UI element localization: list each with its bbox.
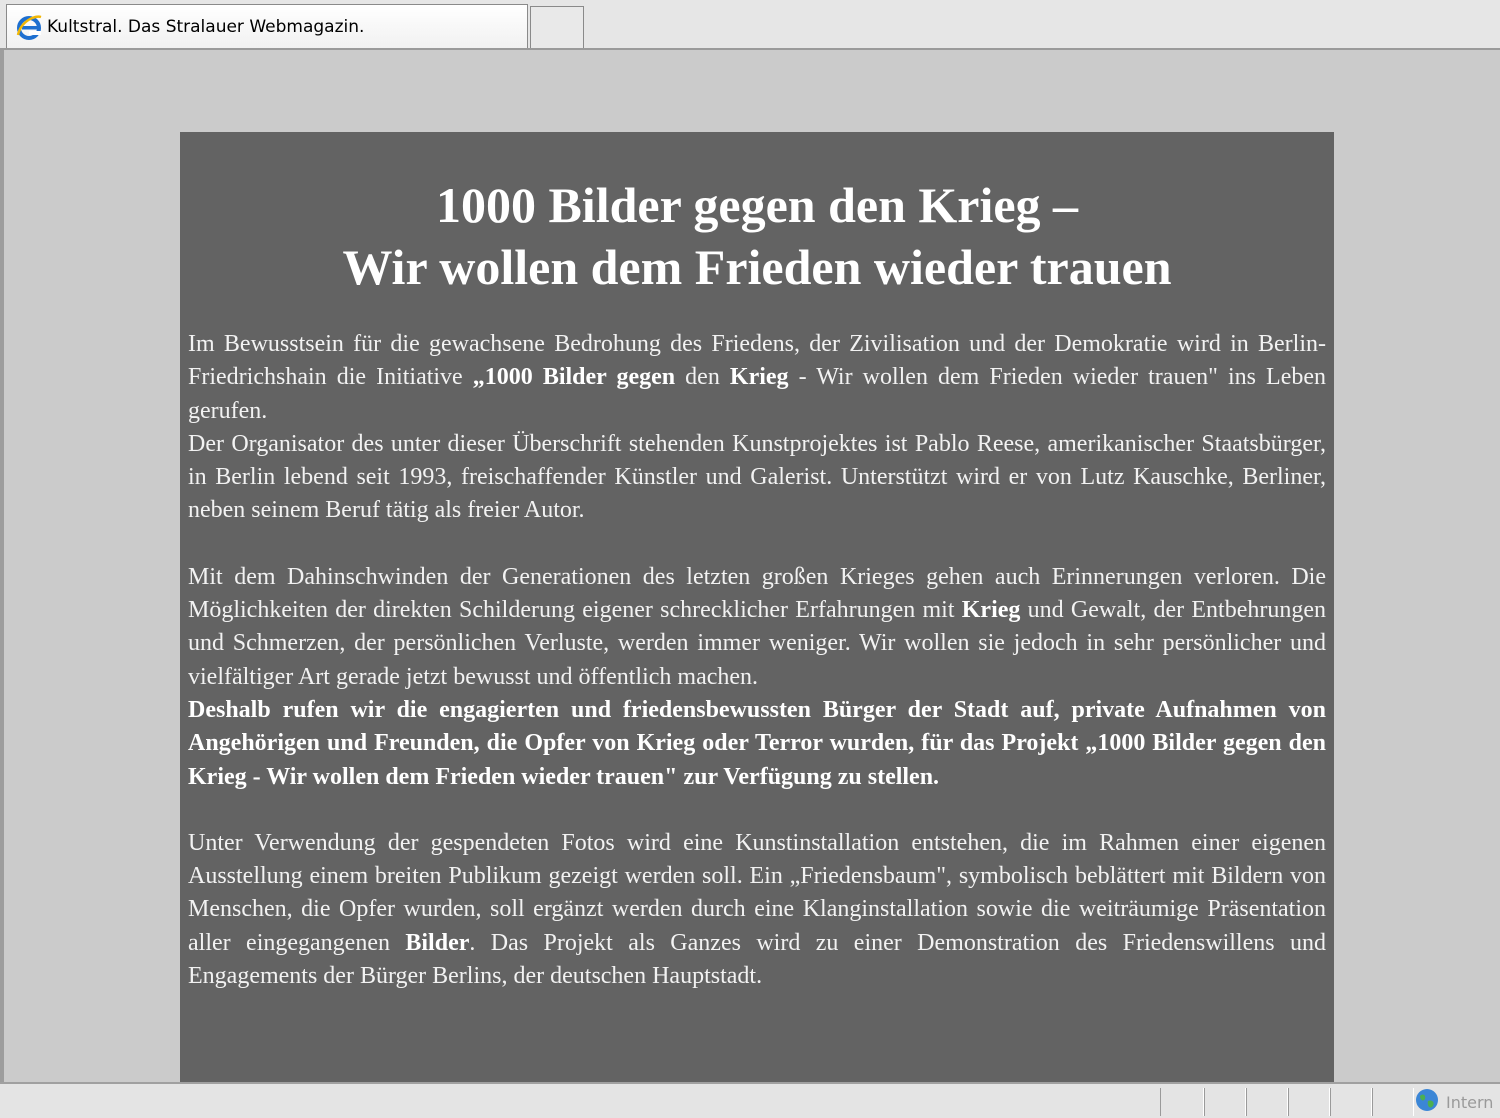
status-bar: Intern [0, 1082, 1500, 1118]
status-cell [1330, 1088, 1372, 1116]
paragraph-call-to-action: Deshalb rufen wir die engagierten und fr… [188, 694, 1326, 794]
bold-run: Krieg [729, 364, 789, 391]
bold-run: „1000 Bilder gegen [472, 364, 676, 391]
zone-label: Intern [1446, 1092, 1494, 1112]
paragraph-initiative: Im Bewusstsein für die gewachsene Bedroh… [188, 328, 1326, 428]
new-tab-button[interactable] [530, 6, 584, 48]
tab-title: Kultstral. Das Stralauer Webmagazin. [47, 16, 365, 37]
browser-tab[interactable]: Kultstral. Das Stralauer Webmagazin. [6, 4, 528, 48]
content-viewport: 1000 Bilder gegen den Krieg – Wir wollen… [0, 50, 1500, 1090]
page-title: 1000 Bilder gegen den Krieg – Wir wollen… [188, 174, 1326, 298]
status-cell [1372, 1088, 1414, 1116]
security-zone[interactable]: Intern [1414, 1088, 1493, 1116]
headline-line-1: 1000 Bilder gegen den Krieg – [435, 177, 1079, 233]
status-cell [1204, 1088, 1246, 1116]
bold-run: Krieg [961, 597, 1021, 624]
bold-run: Deshalb rufen wir die engagierten und fr… [188, 696, 1326, 790]
text-run: den [675, 364, 730, 391]
status-cell [1288, 1088, 1330, 1116]
status-cell [1246, 1088, 1288, 1116]
ie-browser-icon [15, 13, 43, 41]
paragraph-memories: Mit dem Dahinschwinden der Generationen … [188, 561, 1326, 694]
status-cell [1160, 1088, 1204, 1116]
bold-run: Bilder [405, 929, 470, 956]
browser-tab-strip: Kultstral. Das Stralauer Webmagazin. [0, 0, 1500, 50]
paragraph-installation: Unter Verwendung der gespendeten Fotos w… [188, 827, 1326, 993]
article-panel: 1000 Bilder gegen den Krieg – Wir wollen… [180, 132, 1334, 1090]
headline-line-2: Wir wollen dem Frieden wieder trauen [342, 239, 1172, 295]
paragraph-organizer: Der Organisator des unter dieser Übersch… [188, 430, 1326, 524]
internet-globe-icon [1414, 1087, 1440, 1118]
